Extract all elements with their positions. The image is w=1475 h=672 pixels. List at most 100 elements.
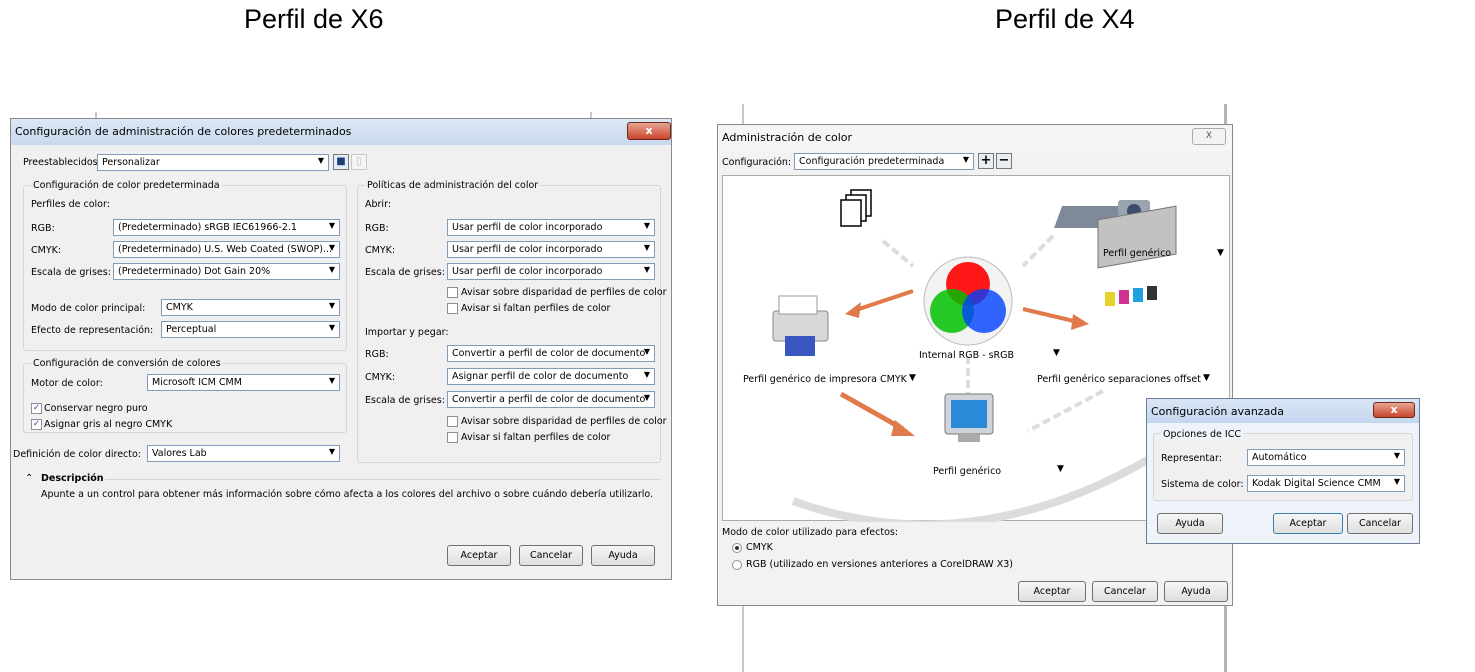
import-gray-dropdown[interactable]: Convertir a perfil de color de documento… [447,391,655,408]
chevron-down-icon: ▼ [328,447,335,456]
gray-to-black-label: Asignar gris al negro CMYK [44,419,173,430]
mode-dropdown[interactable]: CMYK ▼ [161,299,340,316]
help-button[interactable]: Ayuda [591,545,655,566]
import-cmyk-value: Asignar perfil de color de documento [452,371,629,382]
warn-missing-checkbox[interactable] [447,303,458,314]
policy-gray-value: Usar perfil de color incorporado [452,266,603,277]
chevron-down-icon[interactable]: ▼ [1217,248,1224,258]
help-button[interactable]: Ayuda [1164,581,1228,602]
rgb-radio[interactable] [732,560,742,570]
import-rgb-label: RGB: [365,349,389,360]
ok-button[interactable]: Aceptar [1018,581,1086,602]
collapse-icon[interactable]: ⌃ [25,473,33,484]
config-value: Configuración predeterminada [799,156,945,167]
chevron-down-icon: ▼ [328,301,335,310]
import-rgb-dropdown[interactable]: Convertir a perfil de color de documento… [447,345,655,362]
policy-rgb-label: RGB: [365,223,389,234]
engine-dropdown[interactable]: Microsoft ICM CMM ▼ [147,374,340,391]
policy-rgb-dropdown[interactable]: Usar perfil de color incorporado ▼ [447,219,655,236]
chevron-down-icon[interactable]: ▼ [909,373,916,383]
import-gray-value: Convertir a perfil de color de documento [452,394,646,405]
cancel-button[interactable]: Cancelar [1347,513,1413,534]
x6-title: Configuración de administración de color… [15,125,352,138]
warn-mismatch2-label: Avisar sobre disparidad de perfiles de c… [461,416,667,427]
ghost-arrow [1021,234,1055,268]
gray-value: (Predeterminado) Dot Gain 20% [118,266,271,277]
warn-missing2-checkbox[interactable] [447,432,458,443]
loop-arrow [791,447,1166,522]
gray-label: Escala de grises: [31,267,111,278]
profiles-label: Perfiles de color: [31,199,110,210]
ok-button[interactable]: Aceptar [1273,513,1343,534]
policy-cmyk-dropdown[interactable]: Usar perfil de color incorporado ▼ [447,241,655,258]
add-preset-icon[interactable]: + [978,153,994,169]
policy-gray-dropdown[interactable]: Usar perfil de color incorporado ▼ [447,263,655,280]
warn-mismatch-label: Avisar sobre disparidad de perfiles de c… [461,287,667,298]
offset-profile-label: Perfil genérico separaciones offset [1037,374,1201,385]
import-cmyk-label: CMYK: [365,372,396,383]
preserve-black-checkbox[interactable]: ✓ [31,403,42,414]
effect-mode-label: Modo de color utilizado para efectos: [722,527,899,538]
chevron-down-icon: ▼ [643,347,650,356]
cmyk-dropdown[interactable]: (Predeterminado) U.S. Web Coated (SWOP).… [113,241,340,258]
chevron-down-icon: ▼ [328,265,335,274]
conversion-title: Configuración de conversión de colores [31,358,223,369]
warn-missing2-label: Avisar si faltan perfiles de color [461,432,611,443]
ok-button[interactable]: Aceptar [447,545,511,566]
advanced-render-dropdown[interactable]: Automático ▼ [1247,449,1405,466]
rgb-dropdown[interactable]: (Predeterminado) sRGB IEC61966-2.1 ▼ [113,219,340,236]
preset-value: Personalizar [102,157,160,168]
open-label: Abrir: [365,199,392,210]
heading-x4: Perfil de X4 [995,4,1135,34]
close-button[interactable]: x [1373,402,1415,418]
gray-to-black-checkbox[interactable]: ✓ [31,419,42,430]
ghost-arrow [881,239,915,268]
render-value: Perceptual [166,324,217,335]
color-system-dropdown[interactable]: Kodak Digital Science CMM ▼ [1247,475,1405,492]
advanced-render-label: Representar: [1161,453,1222,464]
cmyk-value: (Predeterminado) U.S. Web Coated (SWOP).… [118,244,333,255]
monitor-profile-label: Perfil genérico [933,466,1002,477]
import-cmyk-dropdown[interactable]: Asignar perfil de color de documento ▼ [447,368,655,385]
x6-dialog: Configuración de administración de color… [10,118,672,580]
policy-cmyk-value: Usar perfil de color incorporado [452,244,603,255]
trash-icon[interactable]: ▯ [351,154,367,170]
cancel-button[interactable]: Cancelar [1092,581,1158,602]
chevron-down-icon: ▼ [1393,451,1400,460]
warn-mismatch-checkbox[interactable] [447,287,458,298]
icc-title: Opciones de ICC [1161,429,1243,440]
x6-titlebar: Configuración de administración de color… [11,119,671,145]
preset-dropdown[interactable]: Personalizar ▼ [97,154,329,171]
description-title: Descripción [41,473,104,484]
color-system-label: Sistema de color: [1161,479,1244,490]
cancel-button[interactable]: Cancelar [519,545,583,566]
remove-preset-icon[interactable]: − [996,153,1012,169]
guide-line [742,606,744,672]
chevron-down-icon[interactable]: ▼ [1203,373,1210,383]
rgb-label: RGB: [31,223,55,234]
gray-dropdown[interactable]: (Predeterminado) Dot Gain 20% ▼ [113,263,340,280]
orange-arrow [1022,307,1079,324]
chevron-down-icon[interactable]: ▼ [1053,348,1060,358]
warn-missing-label: Avisar si faltan perfiles de color [461,303,611,314]
close-button[interactable]: x [627,122,671,140]
mode-value: CMYK [166,302,193,313]
policy-title: Políticas de administración del color [365,180,541,191]
cmyk-radio[interactable] [732,543,742,553]
save-icon[interactable]: ■ [333,154,349,170]
close-button[interactable]: X [1192,128,1226,145]
config-dropdown[interactable]: Configuración predeterminada ▼ [794,153,974,170]
engine-label: Motor de color: [31,378,103,389]
internal-profile-label: Internal RGB - sRGB [919,350,1015,361]
monitor-icon [944,393,994,442]
warn-mismatch2-checkbox[interactable] [447,416,458,427]
help-button[interactable]: Ayuda [1157,513,1223,534]
chevron-down-icon: ▼ [643,370,650,379]
import-gray-label: Escala de grises: [365,395,445,406]
spot-dropdown[interactable]: Valores Lab ▼ [147,445,340,462]
render-label: Efecto de representación: [31,325,154,336]
render-dropdown[interactable]: Perceptual ▼ [161,321,340,338]
chevron-down-icon[interactable]: ▼ [1057,464,1064,474]
chevron-down-icon: ▼ [643,393,650,402]
arrowhead [1071,314,1089,330]
